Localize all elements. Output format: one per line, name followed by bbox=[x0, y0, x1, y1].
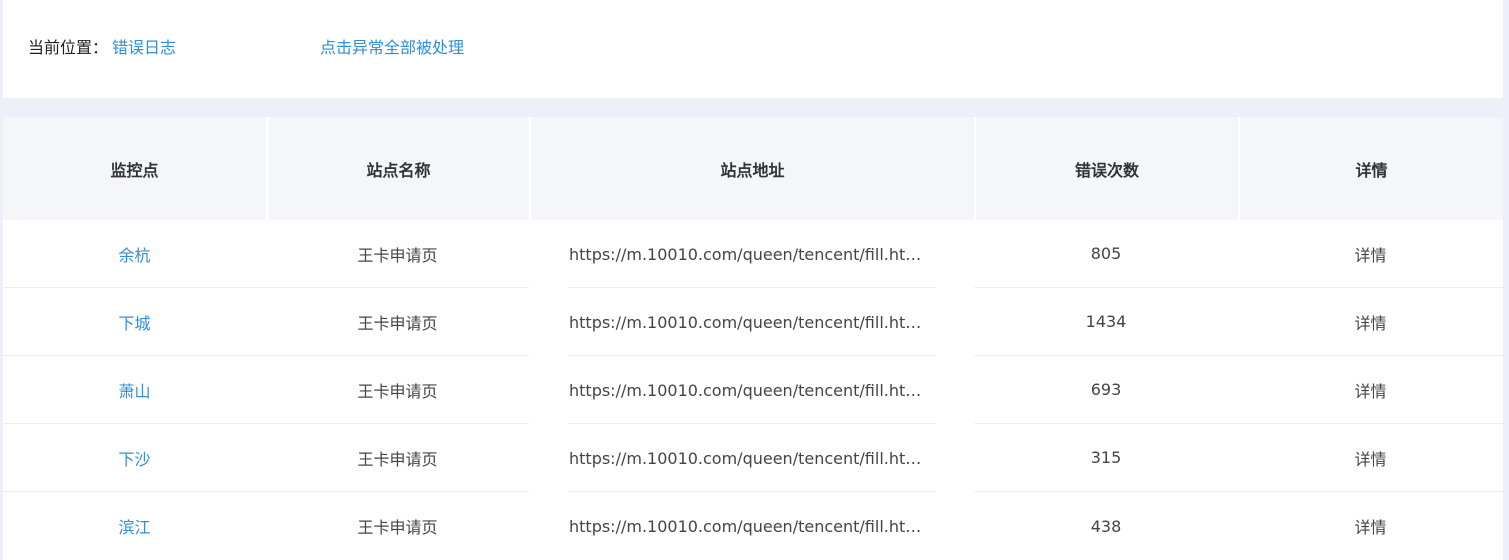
error-count-cell: 693 bbox=[974, 356, 1238, 424]
monitor-point-link[interactable]: 余杭 bbox=[118, 242, 150, 266]
error-count-cell: 315 bbox=[974, 424, 1238, 492]
breadcrumb-current[interactable]: 错误日志 bbox=[112, 36, 176, 60]
table-row: 余杭 王卡申请页 https://m.10010.com/queen/tence… bbox=[3, 220, 1503, 288]
site-name-cell: 王卡申请页 bbox=[266, 356, 529, 424]
resolve-all-link[interactable]: 点击异常全部被处理 bbox=[320, 36, 464, 60]
error-count-cell: 805 bbox=[974, 220, 1238, 288]
error-count-cell: 1434 bbox=[974, 288, 1238, 356]
detail-link[interactable]: 详情 bbox=[1354, 378, 1386, 402]
error-count-cell: 438 bbox=[1090, 516, 1122, 536]
monitor-point-link[interactable]: 萧山 bbox=[118, 378, 150, 402]
header-detail: 详情 bbox=[1238, 117, 1503, 220]
table-header: 监控点 站点名称 站点地址 错误次数 详情 bbox=[3, 117, 1503, 220]
site-name-cell: 王卡申请页 bbox=[266, 288, 529, 356]
breadcrumb: 当前位置： 错误日志 bbox=[28, 36, 176, 60]
site-url-cell: https://m.10010.com/queen/tencent/fill.h… bbox=[569, 448, 934, 468]
monitor-point-link[interactable]: 下沙 bbox=[118, 446, 150, 470]
error-log-table: 监控点 站点名称 站点地址 错误次数 详情 余杭 王卡申请页 https://m… bbox=[3, 117, 1503, 560]
header-monitor-point: 监控点 bbox=[110, 160, 159, 180]
site-name-cell: 王卡申请页 bbox=[266, 220, 529, 288]
site-url-cell: https://m.10010.com/queen/tencent/fill.h… bbox=[569, 516, 934, 536]
table-row: 萧山 王卡申请页 https://m.10010.com/queen/tence… bbox=[3, 356, 1503, 424]
site-url-cell: https://m.10010.com/queen/tencent/fill.h… bbox=[569, 312, 934, 332]
table-row: 下沙 王卡申请页 https://m.10010.com/queen/tence… bbox=[3, 424, 1503, 492]
detail-link[interactable]: 详情 bbox=[1354, 310, 1386, 334]
detail-link[interactable]: 详情 bbox=[1354, 514, 1386, 538]
header-site-name: 站点名称 bbox=[266, 117, 529, 220]
header-error-count: 错误次数 bbox=[974, 117, 1238, 220]
site-name-cell: 王卡申请页 bbox=[357, 518, 438, 537]
table-row: 滨江 王卡申请页 https://m.10010.com/queen/tence… bbox=[3, 492, 1503, 560]
top-bar: 当前位置： 错误日志 点击异常全部被处理 bbox=[3, 0, 1503, 98]
monitor-point-link[interactable]: 滨江 bbox=[118, 514, 150, 538]
detail-link[interactable]: 详情 bbox=[1354, 242, 1386, 266]
site-url-cell: https://m.10010.com/queen/tencent/fill.h… bbox=[569, 244, 934, 264]
header-site-url: 站点地址 bbox=[529, 117, 974, 220]
detail-link[interactable]: 详情 bbox=[1354, 446, 1386, 470]
table-row: 下城 王卡申请页 https://m.10010.com/queen/tence… bbox=[3, 288, 1503, 356]
site-name-cell: 王卡申请页 bbox=[266, 424, 529, 492]
page: 当前位置： 错误日志 点击异常全部被处理 监控点 站点名称 站点地址 错误次数 … bbox=[0, 0, 1509, 560]
monitor-point-link[interactable]: 下城 bbox=[118, 310, 150, 334]
breadcrumb-label: 当前位置： bbox=[28, 38, 109, 57]
site-url-cell: https://m.10010.com/queen/tencent/fill.h… bbox=[569, 380, 934, 400]
